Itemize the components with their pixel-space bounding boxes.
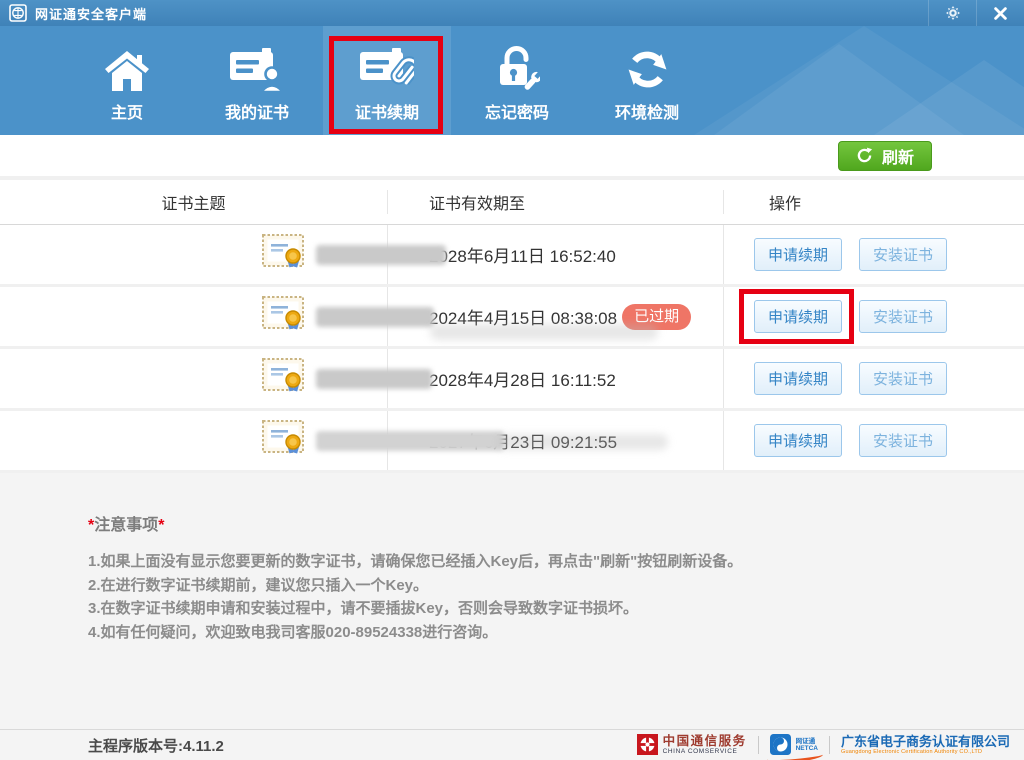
column-header-expiry: 证书有效期至: [387, 190, 723, 214]
apply-renewal-button[interactable]: 申请续期: [754, 238, 843, 271]
forgot-password-icon: [494, 40, 540, 92]
divider: [757, 735, 759, 754]
nav-item-label: 证书续期: [354, 105, 419, 122]
nav-pattern-triangle: [714, 44, 964, 135]
asterisk: *: [158, 517, 165, 534]
notes-title-text: 注意事项: [94, 517, 159, 534]
logo-name: 中国通信服务: [662, 734, 747, 749]
column-header-subject: 证书主题: [161, 196, 226, 213]
apply-renewal-button[interactable]: 申请续期: [754, 362, 843, 395]
note-line: 3.在数字证书续期申请和安装过程中，请不要插拔Key，否则会导致数字证书损坏。: [88, 600, 639, 617]
table-header-row: 证书主题 证书有效期至 操作: [0, 180, 1024, 225]
notes-title: *注意事项*: [88, 511, 984, 535]
install-certificate-button[interactable]: 安装证书: [859, 424, 948, 457]
install-certificate-button[interactable]: 安装证书: [859, 238, 948, 271]
certificate-icon: [262, 357, 304, 400]
column-header-actions: 操作: [723, 190, 1024, 214]
nav-pattern-triangle: [874, 60, 1024, 135]
nav-item-label: 主页: [110, 105, 143, 122]
nav-item-environment-check[interactable]: 环境检测: [583, 26, 711, 135]
nav-item-my-certificates[interactable]: 我的证书: [193, 26, 321, 135]
install-certificate-button[interactable]: 安装证书: [859, 362, 948, 395]
environment-check-icon: [625, 40, 670, 92]
redacted-certificate-name: [316, 244, 446, 265]
certificate-icon: [262, 233, 304, 276]
netca-logo: 网证通 NETCA: [766, 734, 823, 760]
divider: [828, 735, 830, 754]
expiry-date: 2024年4月15日 08:38:08: [429, 309, 618, 328]
nav-item-label: 环境检测: [614, 105, 679, 122]
toolbar: 刷新: [0, 135, 1024, 180]
redacted-certificate-name: [316, 430, 504, 451]
certificate-icon: [262, 295, 304, 338]
china-comservice-logo: 中国通信服务 CHINA COMSERVICE: [636, 734, 747, 756]
footer: 主程序版本号:4.11.2 中国通信服务 CHINA COMSERVICE 网证…: [0, 729, 1024, 760]
note-line: 4.如有任何疑问，欢迎致电我司客服020-89524338进行咨询。: [88, 623, 498, 641]
nav-pattern-triangle: [694, 26, 1024, 135]
expiry-date: 2028年4月28日 16:11:52: [429, 371, 616, 390]
app-window: 网证通安全客户端 主页 我的证书 证书续期 忘记密码 环境检测 刷新 证书主题 …: [0, 0, 1024, 760]
nav-item-home[interactable]: 主页: [63, 26, 191, 135]
apply-renewal-button[interactable]: 申请续期: [754, 424, 843, 457]
certificate-icon: [262, 419, 304, 462]
note-line: 2.在进行数字证书续期前，建议您只插入一个Key。: [88, 576, 429, 594]
home-icon: [104, 40, 150, 92]
settings-gear-icon[interactable]: [928, 0, 976, 26]
notes-section: *注意事项* 1.如果上面没有显示您要更新的数字证书，请确保您已经插入Key后，…: [0, 473, 1024, 644]
logo-name: 网证通: [795, 737, 816, 745]
table-row: 2028年4月28日 16:11:52 申请续期 安装证书: [0, 349, 1024, 411]
close-icon[interactable]: [976, 0, 1024, 26]
nav-item-certificate-renewal[interactable]: 证书续期: [323, 26, 451, 135]
refresh-icon: [856, 147, 873, 164]
main-nav: 主页 我的证书 证书续期 忘记密码 环境检测: [0, 26, 1024, 135]
install-certificate-button[interactable]: 安装证书: [859, 300, 948, 333]
logo-subtitle: Guangdong Electronic Certification Autho…: [840, 749, 983, 756]
table-row: 2028年6月11日 16:52:40 申请续期 安装证书: [0, 225, 1024, 287]
certificate-table: 证书主题 证书有效期至 操作 2028年6月11日 16:52:40 申请续期 …: [0, 180, 1024, 473]
table-row: 2024年4月15日 08:38:08 已过期 申请续期 安装证书: [0, 287, 1024, 349]
refresh-button-label: 刷新: [881, 149, 914, 167]
redacted-certificate-name: [316, 306, 434, 327]
certificate-renewal-icon: [360, 40, 414, 92]
china-comservice-emblem-icon: [636, 734, 658, 756]
version-label: 主程序版本号:4.11.2: [88, 737, 224, 755]
window-controls: [928, 0, 1024, 26]
nav-item-label: 我的证书: [224, 105, 289, 122]
footer-logos: 中国通信服务 CHINA COMSERVICE 网证通 NETCA 广东省电子商…: [636, 733, 1010, 760]
refresh-button[interactable]: 刷新: [837, 140, 932, 171]
expired-status-badge: 已过期: [622, 303, 692, 330]
my-certificates-icon: [230, 40, 284, 92]
gdca-logo: 广东省电子商务认证有限公司 Guangdong Electronic Certi…: [840, 733, 1010, 756]
app-logo-icon: [9, 4, 27, 22]
logo-subtitle: CHINA COMSERVICE: [662, 748, 738, 756]
nav-item-label: 忘记密码: [484, 105, 549, 122]
expiry-date: 2028年6月11日 16:52:40: [429, 247, 616, 266]
note-line: 1.如果上面没有显示您要更新的数字证书，请确保您已经插入Key后，再点击"刷新"…: [88, 553, 743, 570]
apply-renewal-button[interactable]: 申请续期: [754, 300, 843, 333]
table-row: 2027年6月23日 09:21:55 申请续期 安装证书: [0, 411, 1024, 473]
titlebar: 网证通安全客户端: [0, 0, 1024, 26]
logo-name: 广东省电子商务认证有限公司: [840, 733, 1010, 749]
redacted-certificate-name: [316, 368, 432, 389]
window-title: 网证通安全客户端: [35, 6, 148, 22]
nav-item-forgot-password[interactable]: 忘记密码: [453, 26, 581, 135]
